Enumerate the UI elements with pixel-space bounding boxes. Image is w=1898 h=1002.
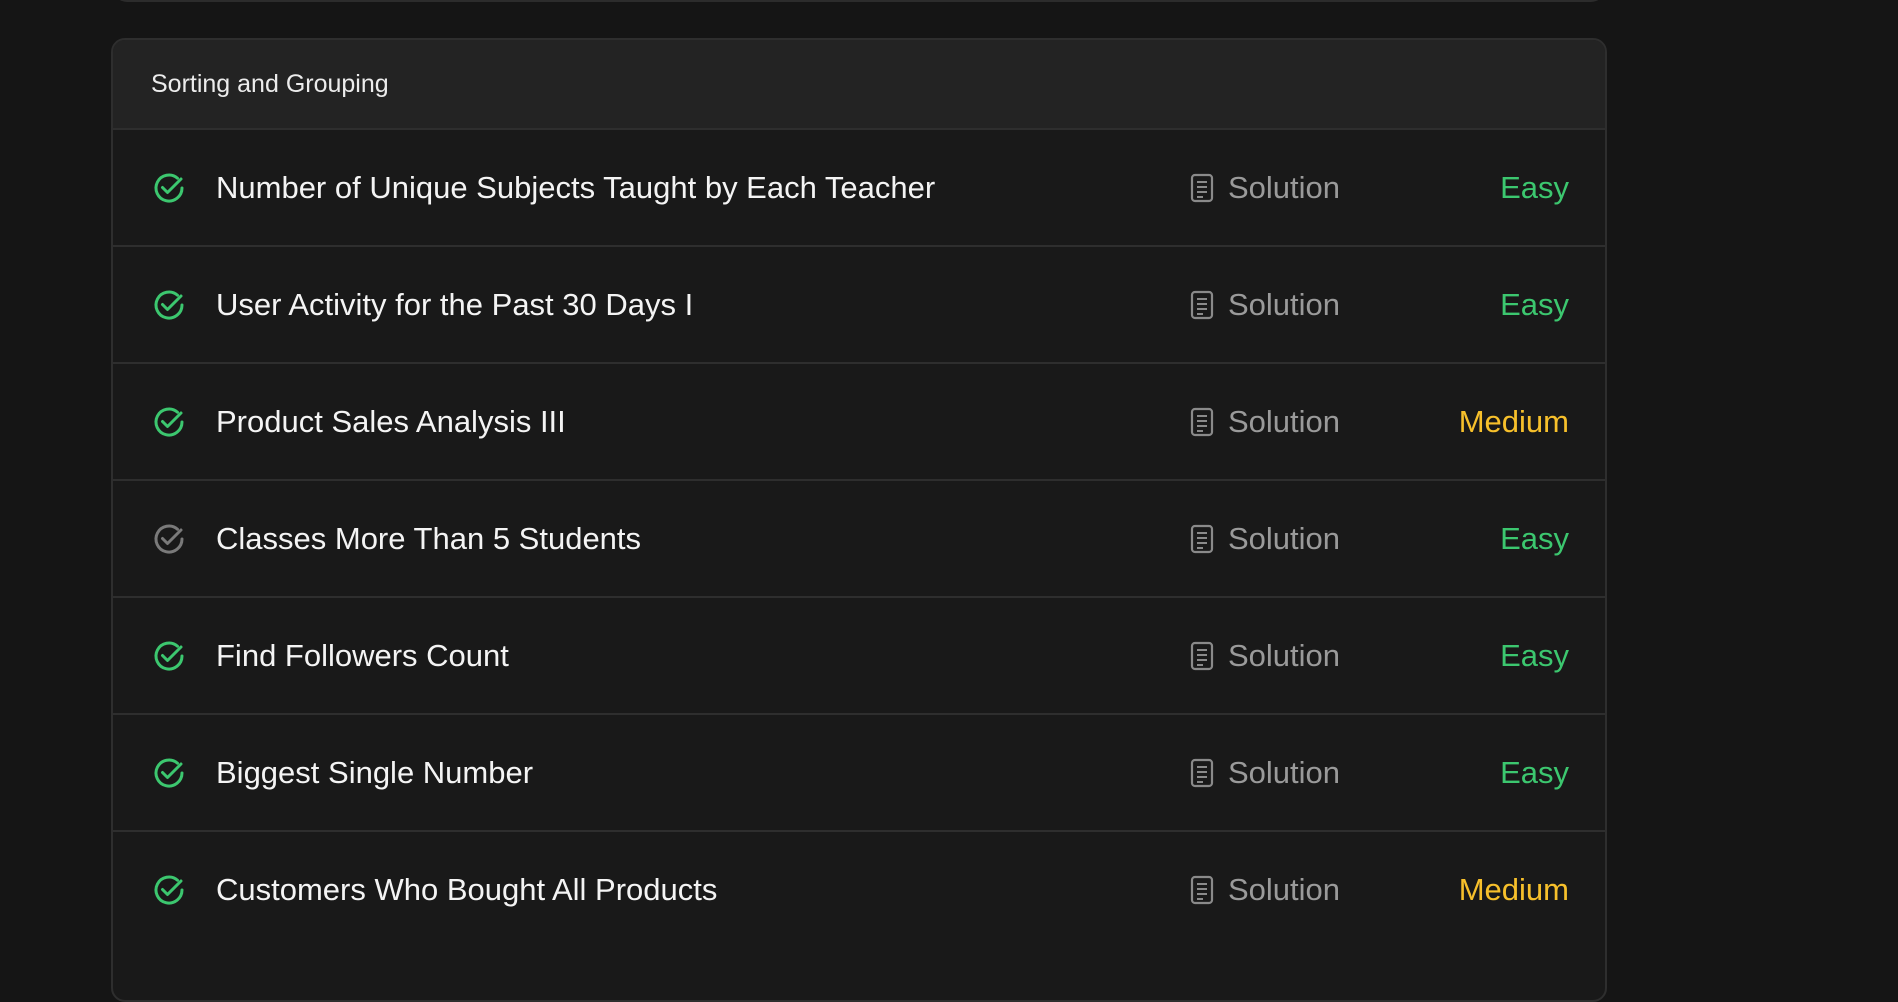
solution-link[interactable]: Solution bbox=[1190, 287, 1340, 323]
problem-row[interactable]: Classes More Than 5 Students Solution Easy bbox=[113, 479, 1605, 596]
document-icon bbox=[1190, 758, 1214, 788]
solution-label: Solution bbox=[1228, 286, 1341, 322]
section-title: Sorting and Grouping bbox=[151, 69, 389, 98]
problem-title-link[interactable]: Find Followers Count bbox=[216, 638, 509, 674]
solution-label: Solution bbox=[1228, 637, 1341, 673]
problem-row[interactable]: Product Sales Analysis III Solution Medium bbox=[113, 362, 1605, 479]
solution-label: Solution bbox=[1228, 403, 1341, 439]
problem-row[interactable]: Biggest Single Number Solution Easy bbox=[113, 713, 1605, 830]
section-header: Sorting and Grouping bbox=[113, 40, 1605, 128]
check-circle-icon bbox=[151, 170, 187, 206]
difficulty-badge: Easy bbox=[1500, 169, 1569, 205]
solution-link[interactable]: Solution bbox=[1190, 638, 1340, 674]
solution-label: Solution bbox=[1228, 754, 1341, 790]
difficulty-badge: Medium bbox=[1458, 871, 1569, 907]
solution-label: Solution bbox=[1228, 169, 1341, 205]
document-icon bbox=[1190, 875, 1214, 905]
problem-title-link[interactable]: Classes More Than 5 Students bbox=[216, 521, 641, 557]
check-circle-icon bbox=[151, 872, 187, 908]
problem-list: Number of Unique Subjects Taught by Each… bbox=[113, 128, 1605, 947]
check-circle-icon bbox=[151, 755, 187, 791]
previous-section-card-edge bbox=[113, 0, 1605, 2]
problem-title-link[interactable]: Product Sales Analysis III bbox=[216, 404, 566, 440]
problem-title-link[interactable]: User Activity for the Past 30 Days I bbox=[216, 287, 693, 323]
difficulty-badge: Easy bbox=[1500, 754, 1569, 790]
solution-link[interactable]: Solution bbox=[1190, 404, 1340, 440]
problem-title-link[interactable]: Biggest Single Number bbox=[216, 755, 533, 791]
solution-link[interactable]: Solution bbox=[1190, 872, 1340, 908]
document-icon bbox=[1190, 641, 1214, 671]
solution-link[interactable]: Solution bbox=[1190, 170, 1340, 206]
check-circle-icon bbox=[151, 638, 187, 674]
difficulty-badge: Easy bbox=[1500, 286, 1569, 322]
problem-row[interactable]: Number of Unique Subjects Taught by Each… bbox=[113, 128, 1605, 245]
problem-title-link[interactable]: Number of Unique Subjects Taught by Each… bbox=[216, 170, 935, 206]
document-icon bbox=[1190, 524, 1214, 554]
solution-link[interactable]: Solution bbox=[1190, 755, 1340, 791]
document-icon bbox=[1190, 173, 1214, 203]
document-icon bbox=[1190, 290, 1214, 320]
document-icon bbox=[1190, 407, 1214, 437]
difficulty-badge: Easy bbox=[1500, 637, 1569, 673]
check-circle-icon bbox=[151, 521, 187, 557]
problem-row[interactable]: User Activity for the Past 30 Days I Solu… bbox=[113, 245, 1605, 362]
check-circle-icon bbox=[151, 404, 187, 440]
problem-title-link[interactable]: Customers Who Bought All Products bbox=[216, 872, 717, 908]
difficulty-badge: Medium bbox=[1458, 403, 1569, 439]
solution-label: Solution bbox=[1228, 520, 1341, 556]
difficulty-badge: Easy bbox=[1500, 520, 1569, 556]
solution-link[interactable]: Solution bbox=[1190, 521, 1340, 557]
solution-label: Solution bbox=[1228, 871, 1341, 907]
problem-row[interactable]: Customers Who Bought All Products Solutio… bbox=[113, 830, 1605, 947]
problem-row[interactable]: Find Followers Count Solution Easy bbox=[113, 596, 1605, 713]
check-circle-icon bbox=[151, 287, 187, 323]
section-card-sorting-and-grouping: Sorting and Grouping Number of Unique Su… bbox=[111, 38, 1607, 1002]
